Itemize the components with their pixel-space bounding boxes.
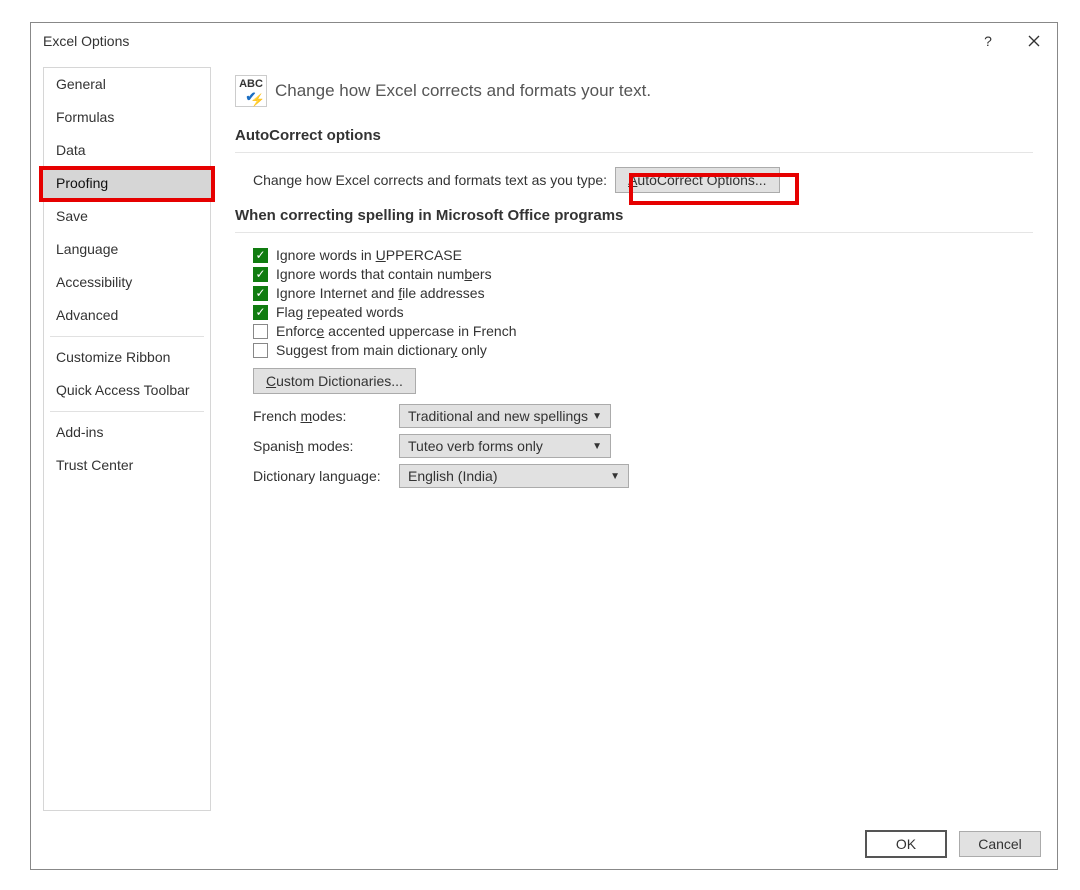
sidebar-item-label: Save <box>56 208 88 224</box>
spanish-modes-label: Spanish modes: <box>253 438 399 454</box>
checkbox-ignore-uppercase[interactable]: ✓ <box>253 248 268 263</box>
checkbox-french-accented[interactable] <box>253 324 268 339</box>
sidebar-item-label: Formulas <box>56 109 114 125</box>
sidebar-item-label: General <box>56 76 106 92</box>
chevron-down-icon: ▼ <box>592 441 602 452</box>
sidebar-item-label: Add-ins <box>56 424 103 440</box>
ok-button[interactable]: OK <box>865 830 947 858</box>
chevron-down-icon: ▼ <box>592 411 602 422</box>
window-title: Excel Options <box>43 33 129 49</box>
sidebar: General Formulas Data Proofing Save Lang… <box>43 67 211 811</box>
main-panel: ABC ✔ ⚡ Change how Excel corrects and fo… <box>211 59 1057 819</box>
select-value: English (India) <box>408 468 498 484</box>
autocorrect-options-button[interactable]: AutoCorrect Options... <box>615 167 780 193</box>
checkbox-label: Flag repeated words <box>276 304 404 320</box>
section-autocorrect-options: AutoCorrect options <box>235 127 1033 144</box>
sidebar-item-general[interactable]: General <box>44 68 210 101</box>
checkbox-label: Suggest from main dictionary only <box>276 342 487 358</box>
sidebar-item-add-ins[interactable]: Add-ins <box>44 416 210 449</box>
sidebar-item-language[interactable]: Language <box>44 233 210 266</box>
dialog-footer: OK Cancel <box>31 819 1057 869</box>
checkbox-label: Ignore words in UPPERCASE <box>276 247 462 263</box>
checkbox-label: Enforce accented uppercase in French <box>276 323 517 339</box>
help-button[interactable]: ? <box>965 23 1011 59</box>
dictionary-language-label: Dictionary language: <box>253 468 399 484</box>
chevron-down-icon: ▼ <box>610 471 620 482</box>
french-modes-label: French modes: <box>253 408 399 424</box>
checkbox-label: Ignore words that contain numbers <box>276 266 492 282</box>
excel-options-dialog: Excel Options ? General Formulas Data Pr… <box>30 22 1058 870</box>
sidebar-item-label: Advanced <box>56 307 118 323</box>
checkbox-label: Ignore Internet and file addresses <box>276 285 485 301</box>
sidebar-item-save[interactable]: Save <box>44 200 210 233</box>
sidebar-item-trust-center[interactable]: Trust Center <box>44 449 210 482</box>
autocorrect-description: Change how Excel corrects and formats te… <box>253 172 607 188</box>
titlebar: Excel Options ? <box>31 23 1057 59</box>
section-spelling: When correcting spelling in Microsoft Of… <box>235 207 1033 224</box>
sidebar-item-label: Customize Ribbon <box>56 349 170 365</box>
checkbox-ignore-internet[interactable]: ✓ <box>253 286 268 301</box>
sidebar-item-label: Accessibility <box>56 274 132 290</box>
page-heading: Change how Excel corrects and formats yo… <box>275 81 651 101</box>
sidebar-item-label: Proofing <box>56 175 108 191</box>
select-value: Traditional and new spellings <box>408 408 588 424</box>
dictionary-language-select[interactable]: English (India) ▼ <box>399 464 629 488</box>
close-button[interactable] <box>1011 23 1057 59</box>
spanish-modes-select[interactable]: Tuteo verb forms only ▼ <box>399 434 611 458</box>
proofing-icon: ABC ✔ ⚡ <box>235 75 267 107</box>
sidebar-item-quick-access-toolbar[interactable]: Quick Access Toolbar <box>44 374 210 407</box>
checkbox-ignore-numbers[interactable]: ✓ <box>253 267 268 282</box>
cancel-button[interactable]: Cancel <box>959 831 1041 857</box>
close-icon <box>1028 35 1040 47</box>
select-value: Tuteo verb forms only <box>408 438 543 454</box>
sidebar-item-formulas[interactable]: Formulas <box>44 101 210 134</box>
sidebar-item-accessibility[interactable]: Accessibility <box>44 266 210 299</box>
checkbox-flag-repeated[interactable]: ✓ <box>253 305 268 320</box>
checkbox-main-dictionary-only[interactable] <box>253 343 268 358</box>
sidebar-item-label: Language <box>56 241 118 257</box>
sidebar-item-label: Data <box>56 142 86 158</box>
sidebar-item-label: Trust Center <box>56 457 133 473</box>
sidebar-item-label: Quick Access Toolbar <box>56 382 190 398</box>
sidebar-item-advanced[interactable]: Advanced <box>44 299 210 332</box>
custom-dictionaries-button[interactable]: Custom Dictionaries... <box>253 368 416 394</box>
french-modes-select[interactable]: Traditional and new spellings ▼ <box>399 404 611 428</box>
sidebar-item-proofing[interactable]: Proofing <box>44 167 210 200</box>
sidebar-item-customize-ribbon[interactable]: Customize Ribbon <box>44 341 210 374</box>
sidebar-item-data[interactable]: Data <box>44 134 210 167</box>
